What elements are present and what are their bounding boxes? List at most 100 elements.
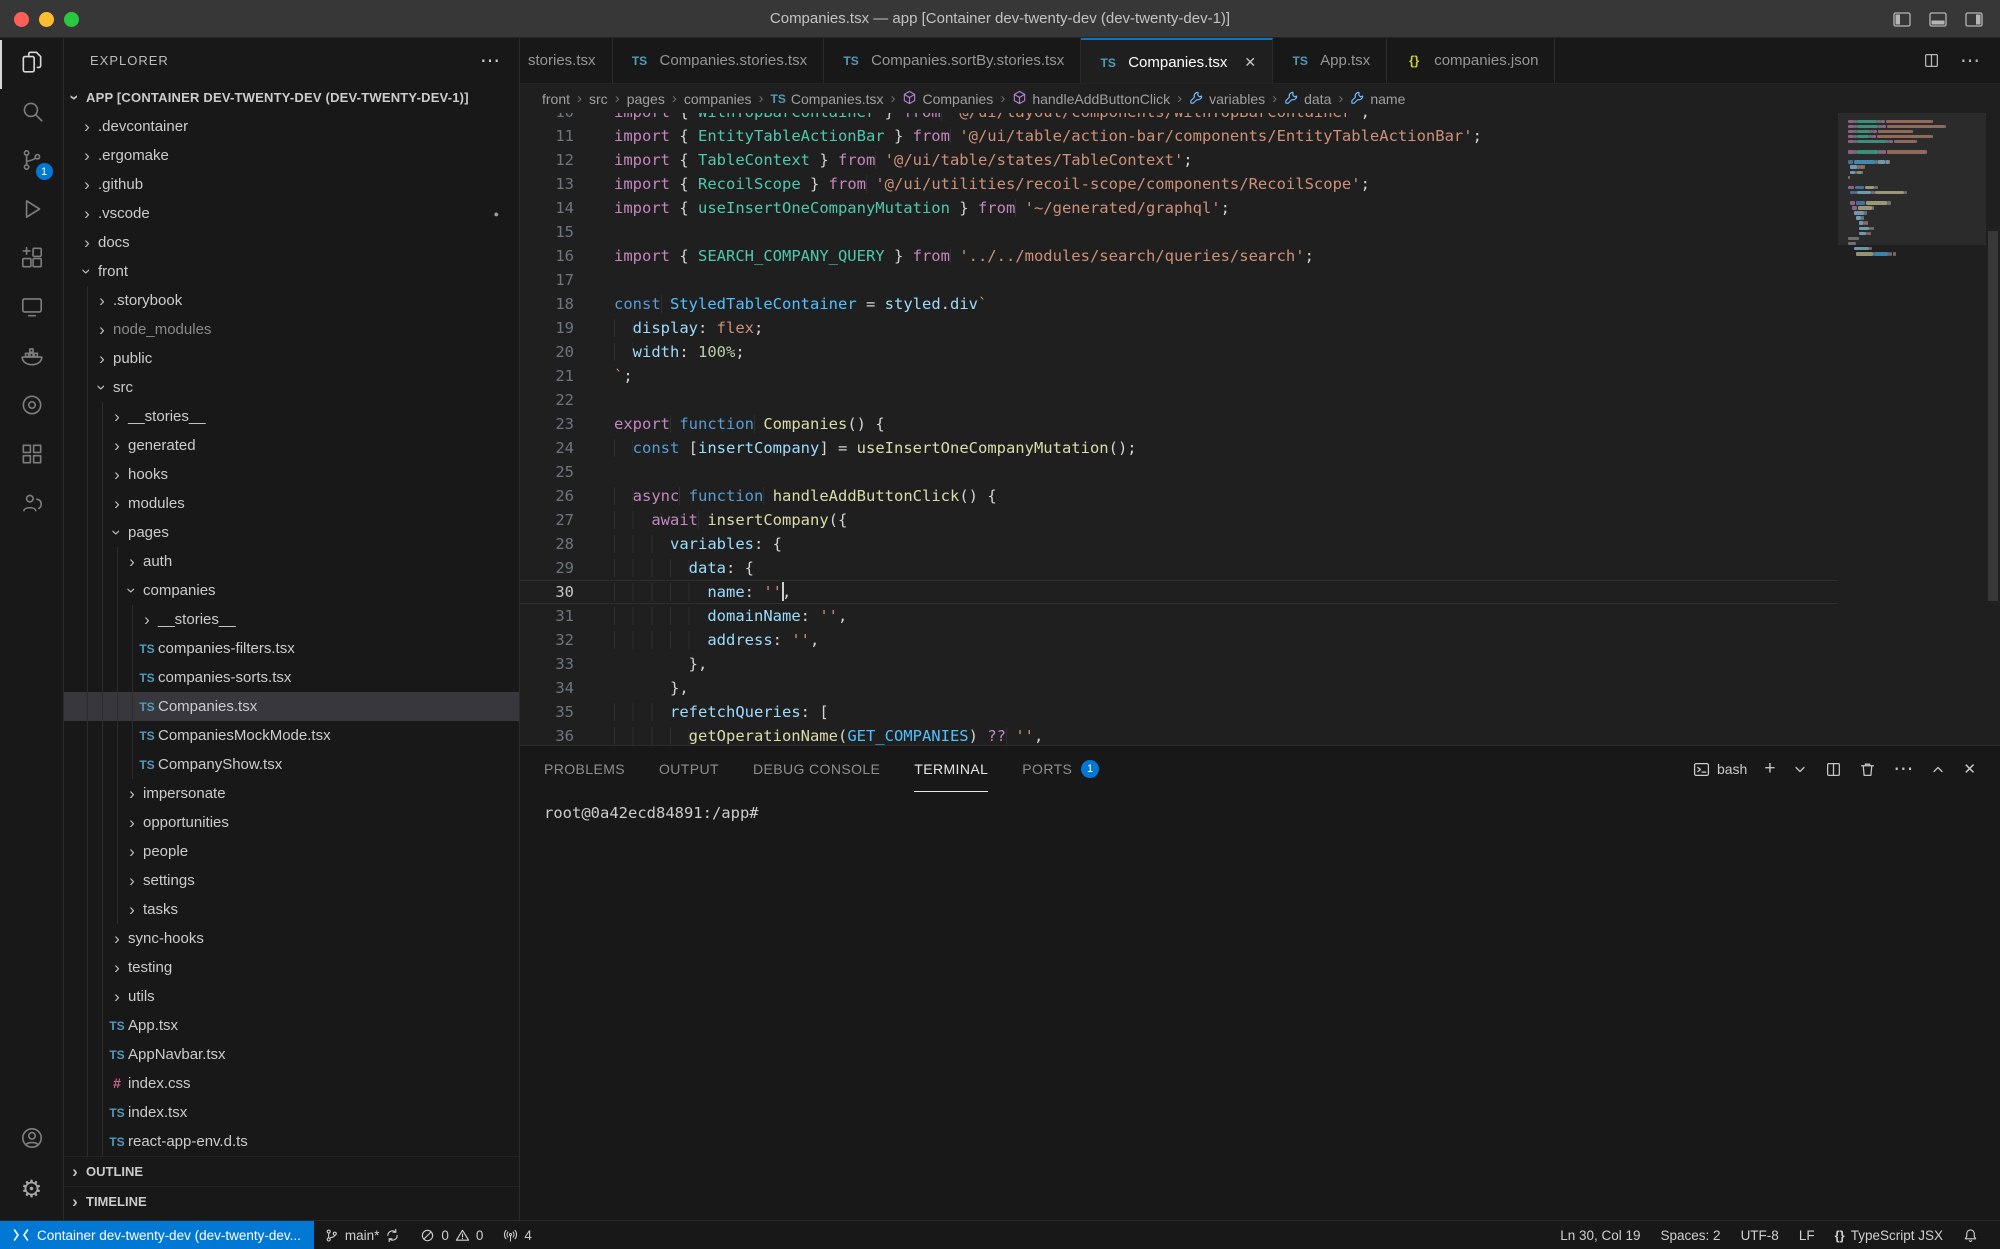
- activity-accounts-button[interactable]: [0, 1116, 64, 1165]
- editor-tab-app-tsx[interactable]: TSApp.tsx: [1273, 38, 1387, 83]
- tree-item-docs[interactable]: ›docs: [64, 228, 519, 257]
- editor-scrollbar[interactable]: [1986, 113, 2000, 745]
- tree-item-auth[interactable]: ›auth: [64, 547, 519, 576]
- tree-item-generated[interactable]: ›generated: [64, 431, 519, 460]
- code-line-30[interactable]: 30 name: '',: [520, 580, 1838, 604]
- breadcrumb-name[interactable]: name: [1350, 90, 1405, 108]
- editor-tab-companies-sortby-stories-tsx[interactable]: TSCompanies.sortBy.stories.tsx: [824, 38, 1081, 83]
- panel-tab-ports[interactable]: PORTS1: [1022, 746, 1099, 792]
- activity-extensions-button[interactable]: [0, 236, 64, 285]
- tree-item-storybook[interactable]: ›.storybook: [64, 286, 519, 315]
- code-line-16[interactable]: 16import { SEARCH_COMPANY_QUERY } from '…: [520, 244, 1838, 268]
- code-line-20[interactable]: 20 width: 100%;: [520, 340, 1838, 364]
- zoom-window-button[interactable]: [64, 12, 79, 27]
- breadcrumb-variables[interactable]: variables: [1189, 90, 1265, 108]
- sidebar-section-timeline[interactable]: ›TIMELINE: [64, 1186, 519, 1216]
- code-editor[interactable]: 10import { WithTopBarContainer } from '@…: [520, 113, 1838, 745]
- activity-run-and-debug-button[interactable]: [0, 187, 64, 236]
- split-terminal-button[interactable]: [1825, 761, 1842, 778]
- kill-terminal-button[interactable]: [1859, 761, 1876, 778]
- code-line-13[interactable]: 13import { RecoilScope } from '@/ui/util…: [520, 172, 1838, 196]
- tree-item-stories[interactable]: ›__stories__: [64, 605, 519, 634]
- code-line-33[interactable]: 33 },: [520, 652, 1838, 676]
- minimap[interactable]: [1838, 113, 1986, 745]
- notifications-bell-button[interactable]: [1953, 1228, 1988, 1243]
- minimize-window-button[interactable]: [39, 12, 54, 27]
- tree-item-vscode[interactable]: ›.vscode●: [64, 199, 519, 228]
- tree-item-hooks[interactable]: ›hooks: [64, 460, 519, 489]
- code-line-21[interactable]: 21`;: [520, 364, 1838, 388]
- explorer-section-header[interactable]: › APP [CONTAINER DEV-TWENTY-DEV (DEV-TWE…: [64, 82, 519, 112]
- panel-tab-debug-console[interactable]: DEBUG CONSOLE: [753, 746, 880, 792]
- breadcrumb-src[interactable]: src: [589, 91, 608, 107]
- code-line-27[interactable]: 27 await insertCompany({: [520, 508, 1838, 532]
- activity-explorer-button[interactable]: [0, 40, 64, 89]
- toggle-primary-sidebar-button[interactable]: [1892, 9, 1912, 29]
- tree-item-index-css[interactable]: #index.css: [64, 1069, 519, 1098]
- tree-item-companies-tsx[interactable]: TSCompanies.tsx: [64, 692, 519, 721]
- code-line-11[interactable]: 11import { EntityTableActionBar } from '…: [520, 124, 1838, 148]
- new-terminal-button[interactable]: +: [1764, 762, 1775, 776]
- code-line-15[interactable]: 15: [520, 220, 1838, 244]
- tree-item-companies-filters-tsx[interactable]: TScompanies-filters.tsx: [64, 634, 519, 663]
- maximize-panel-button[interactable]: [1930, 761, 1946, 777]
- tree-item-companyshow-tsx[interactable]: TSCompanyShow.tsx: [64, 750, 519, 779]
- code-line-36[interactable]: 36 getOperationName(GET_COMPANIES) ?? ''…: [520, 724, 1838, 745]
- tree-item-impersonate[interactable]: ›impersonate: [64, 779, 519, 808]
- code-line-25[interactable]: 25: [520, 460, 1838, 484]
- tree-item-people[interactable]: ›people: [64, 837, 519, 866]
- editor-tab-companies-json[interactable]: {}companies.json: [1387, 38, 1555, 83]
- breadcrumb-pages[interactable]: pages: [627, 91, 665, 107]
- more-editor-actions-button[interactable]: ⋯: [1960, 56, 1980, 66]
- code-line-23[interactable]: 23export function Companies() {: [520, 412, 1838, 436]
- panel-tab-output[interactable]: OUTPUT: [659, 746, 719, 792]
- explorer-more-actions-button[interactable]: ⋯: [480, 48, 501, 73]
- tree-item-stories[interactable]: ›__stories__: [64, 402, 519, 431]
- tree-item-front[interactable]: ›front: [64, 257, 519, 286]
- toggle-secondary-sidebar-button[interactable]: [1964, 9, 1984, 29]
- activity-remote-explorer-button[interactable]: [0, 285, 64, 334]
- tree-item-sync-hooks[interactable]: ›sync-hooks: [64, 924, 519, 953]
- code-line-10[interactable]: 10import { WithTopBarContainer } from '@…: [520, 113, 1838, 124]
- editor-tab-companies-tsx[interactable]: TSCompanies.tsx✕: [1081, 38, 1273, 84]
- tree-item-app-tsx[interactable]: TSApp.tsx: [64, 1011, 519, 1040]
- editor-tab-stories-tsx[interactable]: stories.tsx: [520, 38, 613, 83]
- editor-tab-companies-stories-tsx[interactable]: TSCompanies.stories.tsx: [613, 38, 825, 83]
- tree-item-react-app-env-d-ts[interactable]: TSreact-app-env.d.ts: [64, 1127, 519, 1156]
- activity-source-control-button[interactable]: 1: [0, 138, 64, 187]
- launch-profile-button[interactable]: [1792, 761, 1808, 777]
- encoding-status[interactable]: UTF-8: [1731, 1228, 1789, 1243]
- breadcrumb-companies[interactable]: companies: [684, 91, 752, 107]
- tree-item-ergomake[interactable]: ›.ergomake: [64, 141, 519, 170]
- tree-item-github[interactable]: ›.github: [64, 170, 519, 199]
- problems-status[interactable]: 0 0: [410, 1221, 493, 1249]
- tree-item-node-modules[interactable]: ›node_modules: [64, 315, 519, 344]
- tree-item-companies[interactable]: ›companies: [64, 576, 519, 605]
- code-line-17[interactable]: 17: [520, 268, 1838, 292]
- tree-item-modules[interactable]: ›modules: [64, 489, 519, 518]
- tree-item-utils[interactable]: ›utils: [64, 982, 519, 1011]
- code-line-32[interactable]: 32 address: '',: [520, 628, 1838, 652]
- code-line-22[interactable]: 22: [520, 388, 1838, 412]
- tree-item-opportunities[interactable]: ›opportunities: [64, 808, 519, 837]
- code-line-34[interactable]: 34 },: [520, 676, 1838, 700]
- breadcrumb-front[interactable]: front: [542, 91, 570, 107]
- indentation-status[interactable]: Spaces: 2: [1651, 1228, 1731, 1243]
- code-line-28[interactable]: 28 variables: {: [520, 532, 1838, 556]
- tree-item-appnavbar-tsx[interactable]: TSAppNavbar.tsx: [64, 1040, 519, 1069]
- breadcrumb-companies[interactable]: Companies: [902, 90, 993, 108]
- panel-tab-terminal[interactable]: TERMINAL: [914, 746, 988, 792]
- ports-status[interactable]: 4: [493, 1221, 542, 1249]
- scrollbar-thumb[interactable]: [1988, 231, 1998, 601]
- close-panel-button[interactable]: ✕: [1963, 760, 1976, 778]
- tree-item-testing[interactable]: ›testing: [64, 953, 519, 982]
- terminal[interactable]: root@0a42ecd84891:/app#: [520, 792, 2000, 1220]
- language-mode-status[interactable]: {} TypeScript JSX: [1825, 1228, 1953, 1243]
- more-actions-button[interactable]: ⋯: [1893, 764, 1913, 774]
- code-line-12[interactable]: 12import { TableContext } from '@/ui/tab…: [520, 148, 1838, 172]
- code-line-31[interactable]: 31 domainName: '',: [520, 604, 1838, 628]
- code-line-19[interactable]: 19 display: flex;: [520, 316, 1838, 340]
- branch-status[interactable]: main*: [314, 1221, 411, 1249]
- activity-gitlens-button[interactable]: [0, 383, 64, 432]
- tree-item-src[interactable]: ›src: [64, 373, 519, 402]
